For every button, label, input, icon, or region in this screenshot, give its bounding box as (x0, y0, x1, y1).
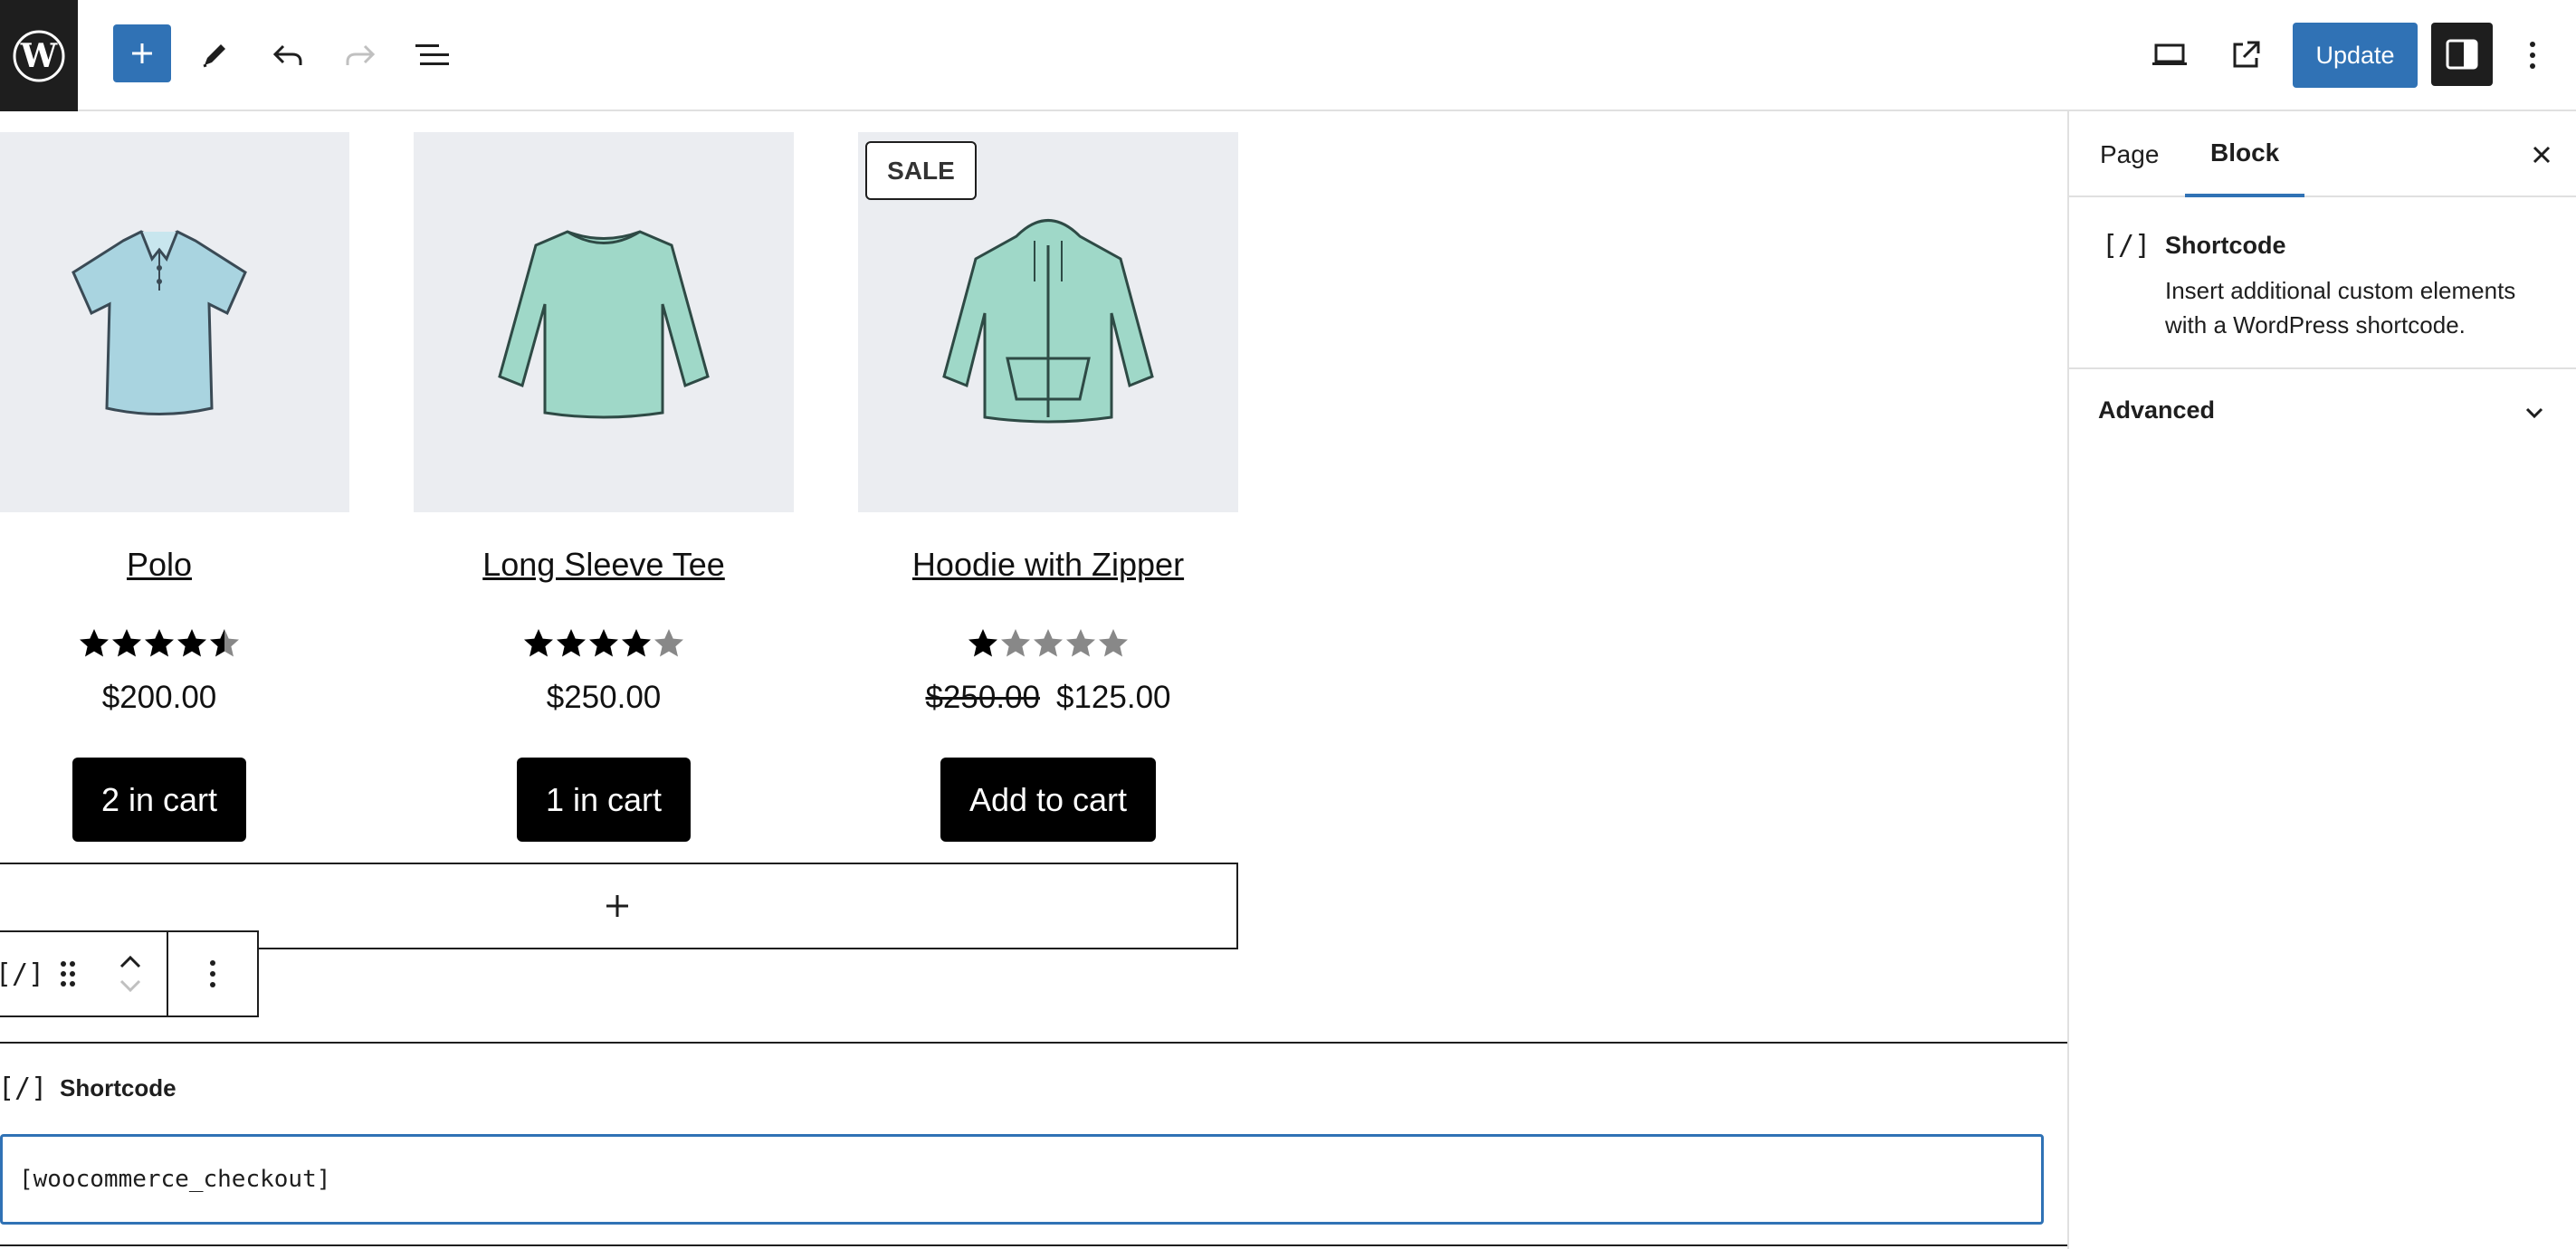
product-image[interactable]: SALE (858, 132, 1238, 512)
product-card: Polo $200.00 2 in cart (0, 132, 349, 842)
svg-text:W: W (20, 37, 58, 75)
sidebar-tabs: Page Block (2069, 111, 2576, 197)
block-card-description: Insert additional custom elements with a… (2165, 277, 2516, 338)
preview-button[interactable] (2141, 26, 2199, 84)
view-page-button[interactable] (2217, 26, 2275, 84)
product-price: $250.00 (414, 680, 794, 716)
star-icon (210, 629, 239, 657)
add-to-cart-button[interactable]: Add to cart (940, 758, 1157, 842)
list-view-icon (415, 44, 449, 65)
product-price-original: $250.00 (925, 680, 1040, 715)
block-type-button[interactable]: [/] (0, 932, 45, 1015)
more-vertical-icon (2530, 42, 2535, 69)
chevron-down-icon (2518, 396, 2551, 429)
redo-icon (346, 44, 376, 65)
undo-button[interactable] (259, 26, 317, 84)
move-down-icon[interactable] (118, 977, 143, 994)
product-price-current: $125.00 (1056, 680, 1171, 715)
external-link-icon (2233, 41, 2260, 68)
star-icon (968, 629, 997, 657)
product-image[interactable] (414, 132, 794, 512)
drag-handle[interactable] (42, 932, 94, 1015)
settings-sidebar: Page Block [/] Shortcode Insert addition… (2067, 111, 2576, 1249)
options-button[interactable] (2504, 26, 2562, 84)
move-buttons (94, 932, 168, 1015)
shortcode-block-label: [/] Shortcode (0, 1073, 177, 1104)
advanced-label: Advanced (2098, 396, 2216, 424)
pencil-icon (203, 44, 225, 68)
shortcode-icon: [/] (2102, 230, 2151, 262)
star-icon (1066, 629, 1095, 657)
star-icon (524, 629, 553, 657)
block-card: [/] Shortcode Insert additional custom e… (2069, 197, 2576, 369)
product-price-current: $200.00 (101, 680, 217, 715)
redo-button[interactable] (331, 26, 389, 84)
shortcode-label-text: Shortcode (60, 1074, 177, 1101)
editor-canvas[interactable]: Polo $200.00 2 in cart Long Sleeve Tee $… (0, 111, 2067, 1249)
star-icon (1001, 629, 1030, 657)
sale-badge: SALE (865, 141, 977, 200)
block-options-button[interactable] (168, 932, 257, 1015)
drag-handle-icon (61, 961, 75, 987)
star-icon (145, 629, 174, 657)
tab-page[interactable]: Page (2100, 111, 2159, 197)
tab-block[interactable]: Block (2185, 111, 2305, 197)
product-price: $200.00 (0, 680, 349, 716)
star-icon (622, 629, 651, 657)
shortcode-icon: [/] (0, 958, 45, 990)
star-rating (858, 627, 1238, 663)
block-toolbar: [/] (0, 930, 259, 1017)
advanced-panel-toggle[interactable]: Advanced (2069, 369, 2576, 456)
tools-button[interactable] (186, 26, 243, 84)
shortcode-icon: [/] (0, 1073, 48, 1104)
product-card: SALE Hoodie with Zipper $250.00 $125.00 A… (858, 132, 1238, 842)
hoodie-image (942, 219, 1154, 424)
block-card-title: Shortcode (2165, 232, 2286, 259)
more-vertical-icon (210, 960, 215, 987)
product-title[interactable]: Hoodie with Zipper (858, 546, 1238, 584)
polo-shirt-image (72, 230, 247, 415)
product-price: $250.00 $125.00 (858, 680, 1238, 716)
product-title[interactable]: Long Sleeve Tee (414, 546, 794, 584)
star-icon (112, 629, 141, 657)
plus-icon (132, 43, 152, 63)
undo-icon (272, 44, 302, 65)
move-up-icon[interactable] (118, 954, 143, 970)
star-icon (1099, 629, 1128, 657)
add-block-button[interactable] (113, 24, 171, 82)
add-to-cart-button[interactable]: 2 in cart (72, 758, 247, 842)
product-card: Long Sleeve Tee $250.00 1 in cart (414, 132, 794, 842)
document-overview-button[interactable] (404, 26, 462, 84)
shortcode-block[interactable]: [/] Shortcode [woocommerce_checkout] (0, 1042, 2067, 1246)
sidebar-toggle-icon (2446, 39, 2478, 70)
star-icon (557, 629, 586, 657)
product-title[interactable]: Polo (0, 546, 349, 584)
long-sleeve-tee-image (498, 230, 710, 419)
star-icon (80, 629, 109, 657)
product-price-current: $250.00 (546, 680, 662, 715)
plus-icon (606, 895, 628, 917)
star-rating (0, 627, 349, 663)
wordpress-logo[interactable]: W (0, 0, 78, 111)
star-icon (1034, 629, 1063, 657)
star-rating (414, 627, 794, 663)
wordpress-logo-icon: W (13, 30, 65, 81)
close-icon (2533, 146, 2551, 164)
close-sidebar-button[interactable] (2522, 135, 2562, 175)
star-icon (589, 629, 618, 657)
product-image[interactable] (0, 132, 349, 512)
star-icon (654, 629, 683, 657)
update-button[interactable]: Update (2293, 23, 2418, 88)
shortcode-input[interactable]: [woocommerce_checkout] (0, 1134, 2044, 1225)
desktop-icon (2152, 43, 2187, 65)
star-icon (177, 629, 206, 657)
settings-button[interactable] (2431, 23, 2493, 86)
editor-header: W Update (0, 0, 2576, 111)
add-to-cart-button[interactable]: 1 in cart (516, 758, 692, 842)
